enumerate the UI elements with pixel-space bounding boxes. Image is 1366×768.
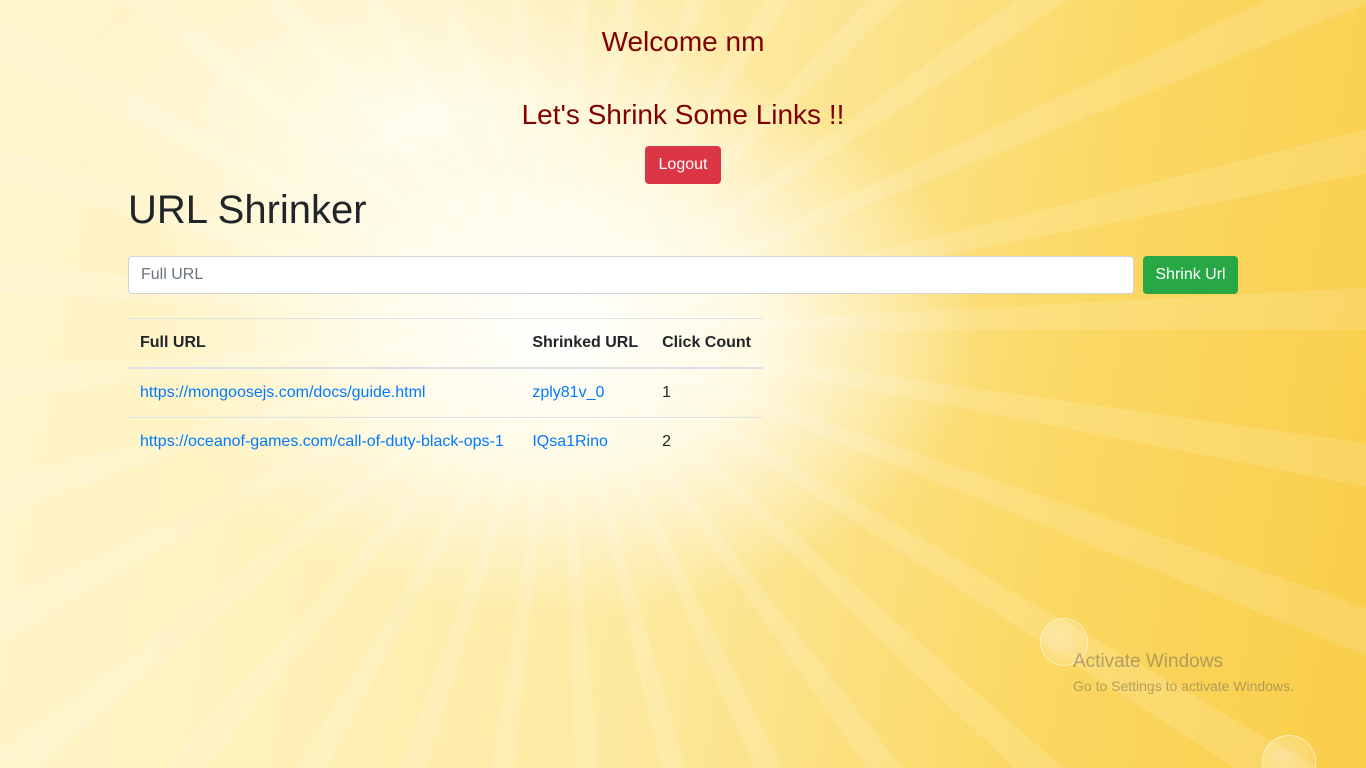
full-url-input[interactable] (128, 256, 1134, 294)
full-url-link[interactable]: https://mongoosejs.com/docs/guide.html (140, 384, 425, 401)
short-url-cell: IQsa1Rino (520, 417, 651, 466)
watermark-subtitle: Go to Settings to activate Windows. (1073, 678, 1294, 694)
short-url-link[interactable]: IQsa1Rino (532, 433, 608, 450)
watermark-title: Activate Windows (1073, 651, 1223, 672)
click-count-cell: 2 (650, 417, 763, 466)
table-row: https://mongoosejs.com/docs/guide.html z… (128, 367, 763, 418)
windows-activation-watermark: Activate Windows Go to Settings to activ… (1073, 651, 1294, 696)
header-click-count: Click Count (650, 318, 763, 369)
shrink-url-button[interactable]: Shrink Url (1143, 256, 1238, 294)
short-url-link[interactable]: zply81v_0 (532, 384, 604, 401)
header-shrinked-url: Shrinked URL (520, 318, 651, 369)
welcome-heading: Welcome nm (601, 26, 765, 57)
full-url-cell: https://mongoosejs.com/docs/guide.html (128, 367, 521, 418)
page-title: URL Shrinker (128, 188, 367, 232)
tagline-heading: Let's Shrink Some Links !! (521, 99, 845, 130)
full-url-link[interactable]: https://oceanof-games.com/call-of-duty-b… (140, 433, 504, 450)
logout-button[interactable]: Logout (645, 146, 721, 184)
click-count-cell: 1 (650, 367, 763, 418)
header-full-url: Full URL (128, 318, 521, 369)
short-url-cell: zply81v_0 (520, 367, 651, 418)
table-header-row: Full URL Shrinked URL Click Count (128, 318, 763, 369)
table-row: https://oceanof-games.com/call-of-duty-b… (128, 417, 763, 466)
links-table: Full URL Shrinked URL Click Count https:… (128, 318, 763, 466)
full-url-cell: https://oceanof-games.com/call-of-duty-b… (128, 417, 521, 466)
decorative-bubble (1262, 735, 1316, 768)
